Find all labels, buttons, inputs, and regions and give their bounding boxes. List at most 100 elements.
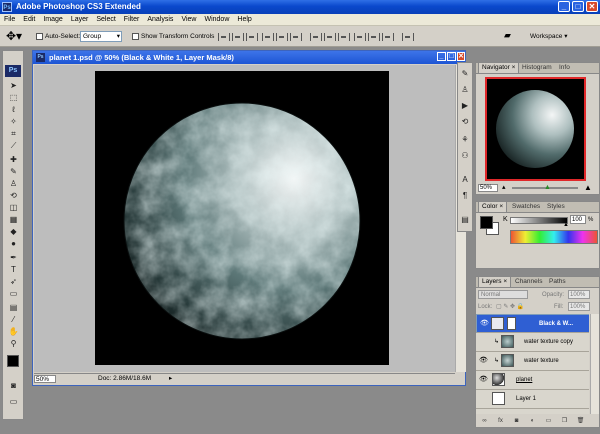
shape-tool-icon[interactable]: ▭ [6, 289, 21, 299]
minimize-button[interactable]: _ [558, 1, 570, 12]
menu-analysis[interactable]: Analysis [143, 14, 177, 25]
navigator-zoom-field[interactable]: 50% [478, 184, 498, 192]
doc-minimize-button[interactable]: _ [437, 52, 446, 61]
layer-row-planet[interactable]: 👁 planet [476, 371, 589, 390]
foreground-color-swatch[interactable] [7, 355, 19, 367]
delete-layer-icon[interactable]: 🗑 [576, 417, 585, 425]
move-tool-preset-icon[interactable]: ✥▾ [6, 29, 22, 43]
eraser-tool-icon[interactable]: ◫ [6, 203, 21, 213]
marquee-tool-icon[interactable]: ⬚ [6, 93, 21, 103]
workspace-menu[interactable]: Workspace ▾ [530, 32, 567, 41]
color-ramp[interactable] [510, 230, 598, 244]
visibility-eye-icon[interactable]: 👁 [480, 320, 489, 327]
navigator-preview[interactable] [485, 77, 586, 181]
gradient-tool-icon[interactable]: ▦ [6, 215, 21, 225]
align-hcenter-icon[interactable] [276, 33, 288, 41]
maximize-button[interactable]: □ [572, 1, 584, 12]
type-tool-icon[interactable]: T [6, 265, 21, 275]
layer-row-black-white[interactable]: 👁 Black & W... [476, 314, 589, 333]
doc-maximize-button[interactable]: □ [447, 52, 456, 61]
zoom-slider-handle[interactable]: ▲ [544, 184, 551, 192]
layer-row-water-texture[interactable]: 👁 ↳ water texture [476, 352, 589, 371]
lock-icons[interactable]: ▢ ✎ ✥ 🔒 [496, 303, 524, 311]
paragraph-panel-icon[interactable]: ¶ [460, 191, 470, 200]
new-layer-icon[interactable]: ❐ [560, 417, 569, 425]
link-layers-icon[interactable]: ∞ [480, 417, 489, 425]
adjustment-layer-button-icon[interactable]: ◐ [528, 417, 537, 425]
dodge-tool-icon[interactable]: ● [6, 239, 21, 249]
clone-stamp-icon[interactable]: ♙ [6, 179, 21, 189]
k-value-field[interactable]: 100 [570, 215, 586, 224]
brush-tool-icon[interactable]: ✎ [6, 167, 21, 177]
menu-select[interactable]: Select [92, 14, 119, 25]
history-panel-icon[interactable]: ⟲ [460, 117, 470, 126]
layer-comps-icon[interactable]: ⚇ [460, 151, 470, 160]
tab-layers[interactable]: Layers × [478, 277, 512, 287]
healing-brush-icon[interactable]: ✚ [6, 155, 21, 165]
k-slider-handle[interactable]: ▲ [563, 222, 569, 228]
distribute-vcenter-icon[interactable] [324, 33, 336, 41]
pen-tool-icon[interactable]: ✒ [6, 253, 21, 263]
menu-image[interactable]: Image [39, 14, 66, 25]
k-slider[interactable] [510, 217, 568, 224]
distribute-right-icon[interactable] [382, 33, 394, 41]
status-arrow-icon[interactable]: ▸ [169, 374, 172, 384]
bridge-icon[interactable]: ▰ [504, 31, 511, 40]
crop-tool-icon[interactable]: ⌗ [6, 129, 21, 139]
character-panel-icon[interactable]: A [460, 175, 470, 184]
slice-tool-icon[interactable]: ⟋ [6, 141, 21, 151]
path-select-icon[interactable]: ➶ [6, 277, 21, 287]
zoom-tool-icon[interactable]: ⚲ [6, 339, 21, 349]
tab-swatches[interactable]: Swatches [509, 202, 543, 212]
zoom-in-icon[interactable]: ▲ [584, 183, 592, 192]
layers-scrollbar[interactable] [590, 314, 599, 414]
distribute-bottom-icon[interactable] [338, 33, 350, 41]
layer-row-layer-1[interactable]: Layer 1 [476, 390, 589, 409]
tab-paths[interactable]: Paths [546, 277, 569, 287]
hand-tool-icon[interactable]: ✋ [6, 327, 21, 337]
notes-tool-icon[interactable]: ▤ [6, 303, 21, 313]
visibility-eye-icon[interactable]: 👁 [479, 357, 488, 364]
auto-select-checkbox[interactable] [36, 33, 43, 40]
tab-styles[interactable]: Styles [544, 202, 568, 212]
visibility-eye-icon[interactable]: 👁 [479, 376, 488, 383]
tab-histogram[interactable]: Histogram [519, 63, 555, 73]
screen-mode-icon[interactable]: ▭ [6, 397, 21, 407]
document-canvas[interactable] [34, 65, 455, 372]
layer-row-water-texture-copy[interactable]: ↳ water texture copy [476, 333, 589, 352]
menu-edit[interactable]: Edit [19, 14, 39, 25]
close-button[interactable]: ✕ [586, 1, 598, 12]
auto-select-dropdown[interactable]: Group ▾ [80, 31, 122, 42]
new-group-icon[interactable]: ▭ [544, 417, 553, 425]
zoom-out-icon[interactable]: ▴ [502, 184, 506, 192]
distribute-hcenter-icon[interactable] [368, 33, 380, 41]
eyedropper-icon[interactable]: ⁄ [6, 315, 21, 325]
add-mask-icon[interactable]: ◙ [512, 417, 521, 425]
blur-tool-icon[interactable]: ◆ [6, 227, 21, 237]
layer-style-icon[interactable]: fx [496, 417, 505, 425]
actions-panel-icon[interactable]: ▶ [460, 101, 470, 110]
tab-color[interactable]: Color × [478, 202, 508, 212]
layer-mask-thumbnail[interactable] [507, 317, 516, 330]
align-vcenter-icon[interactable] [232, 33, 244, 41]
opacity-field[interactable]: 100% [568, 290, 590, 299]
move-tool-icon[interactable]: ➤ [6, 81, 21, 91]
align-left-icon[interactable] [262, 33, 274, 41]
menu-layer[interactable]: Layer [67, 14, 93, 25]
tab-info[interactable]: Info [556, 63, 573, 73]
auto-align-icon[interactable] [402, 33, 414, 41]
history-brush-icon[interactable]: ⟲ [6, 191, 21, 201]
menu-file[interactable]: File [0, 14, 19, 25]
distribute-top-icon[interactable] [310, 33, 322, 41]
align-right-icon[interactable] [290, 33, 302, 41]
blend-mode-dropdown[interactable]: Normal [478, 290, 528, 299]
lasso-tool-icon[interactable]: ℓ [6, 105, 21, 115]
doc-close-button[interactable]: ✕ [457, 52, 465, 61]
artboard[interactable] [95, 71, 389, 365]
menu-filter[interactable]: Filter [120, 14, 144, 25]
info-panel-icon[interactable]: ▤ [460, 215, 470, 224]
menu-help[interactable]: Help [233, 14, 255, 25]
align-top-icon[interactable] [218, 33, 230, 41]
tool-presets-icon[interactable]: ⚘ [460, 135, 470, 144]
menu-window[interactable]: Window [200, 14, 233, 25]
